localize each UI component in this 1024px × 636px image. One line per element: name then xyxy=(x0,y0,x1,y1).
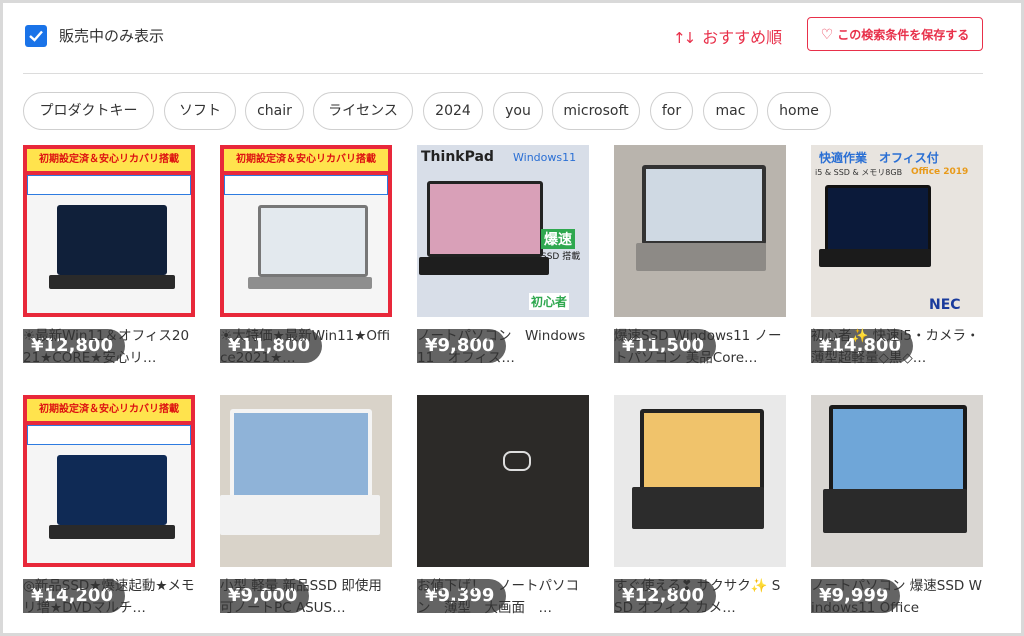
product-card[interactable]: 初期設定済＆安心リカバリ搭載 ¥14,200 ◎新品SSD★爆速起動★メモリ増★… xyxy=(23,395,195,625)
product-title[interactable]: ☀最新Win11＆オフィス2021★CORE★安心リ… xyxy=(23,325,195,369)
on-sale-checkbox[interactable] xyxy=(25,25,47,47)
product-image[interactable] xyxy=(417,395,589,567)
product-title[interactable]: すぐ使える❣ サクサク✨ SSD オフィス カメ… xyxy=(614,575,786,619)
product-image[interactable] xyxy=(811,395,983,567)
product-image[interactable]: 快適作業 オフィス付 Office 2019 i5 & SSD & メモリ8GB… xyxy=(811,145,983,317)
sort-arrows-icon: ↑↓ xyxy=(673,29,696,47)
product-card[interactable]: ThinkPad Windows11 爆速 SSD 搭載 初心者 ¥9,800 … xyxy=(417,145,589,375)
promo-banner: 初期設定済＆安心リカバリ搭載 xyxy=(27,149,191,171)
sort-label: おすすめ順 xyxy=(702,28,783,47)
product-title[interactable]: お値下げ！ ノートパソコン 薄型 大画面 … xyxy=(417,575,589,619)
sort-dropdown[interactable]: ↑↓ おすすめ順 xyxy=(673,24,782,48)
chip-mac[interactable]: mac xyxy=(703,92,758,130)
product-image[interactable]: 初期設定済＆安心リカバリ搭載 xyxy=(23,395,195,567)
product-image[interactable] xyxy=(614,145,786,317)
chip-license[interactable]: ライセンス xyxy=(313,92,413,130)
chip-chair[interactable]: chair xyxy=(245,92,304,130)
divider xyxy=(23,73,983,74)
top-bar: 販売中のみ表示 ↑↓ おすすめ順 ♡ この検索条件を保存する xyxy=(23,17,983,57)
chip-microsoft[interactable]: microsoft xyxy=(552,92,640,130)
product-title[interactable]: ◎新品SSD★爆速起動★メモリ増★DVDマルチ… xyxy=(23,575,195,619)
product-card[interactable]: 初期設定済＆安心リカバリ搭載 ¥12,800 ☀最新Win11＆オフィス2021… xyxy=(23,145,195,375)
product-card[interactable]: ¥11,500 爆速SSD Windows11 ノートパソコン 美品Core… xyxy=(614,145,786,375)
product-card[interactable]: 快適作業 オフィス付 Office 2019 i5 & SSD & メモリ8GB… xyxy=(811,145,983,375)
product-card[interactable]: ¥12,800 すぐ使える❣ サクサク✨ SSD オフィス カメ… xyxy=(614,395,786,625)
product-image[interactable]: ThinkPad Windows11 爆速 SSD 搭載 初心者 xyxy=(417,145,589,317)
chip-for[interactable]: for xyxy=(650,92,693,130)
product-card[interactable]: 初期設定済＆安心リカバリ搭載 ¥11,800 ☀大特価★最新Win11★Offi… xyxy=(220,145,392,375)
promo-banner: 初期設定済＆安心リカバリ搭載 xyxy=(224,149,388,171)
chip-2024[interactable]: 2024 xyxy=(423,92,483,130)
product-title[interactable]: ☀大特価★最新Win11★Office2021★… xyxy=(220,325,392,369)
product-image[interactable] xyxy=(220,395,392,567)
check-icon xyxy=(29,30,43,42)
product-card[interactable]: ¥9,999 ノートパソコン 爆速SSD Windows11 Office xyxy=(811,395,983,625)
product-title[interactable]: ノートパソコン Windows11 オフィス… xyxy=(417,325,589,369)
on-sale-label[interactable]: 販売中のみ表示 xyxy=(59,25,164,46)
chip-you[interactable]: you xyxy=(493,92,543,130)
product-image[interactable]: 初期設定済＆安心リカバリ搭載 xyxy=(23,145,195,317)
product-image[interactable] xyxy=(614,395,786,567)
product-card[interactable]: ¥9,399 お値下げ！ ノートパソコン 薄型 大画面 … xyxy=(417,395,589,625)
product-title[interactable]: 爆速SSD Windows11 ノートパソコン 美品Core… xyxy=(614,325,786,369)
product-title[interactable]: ノートパソコン 爆速SSD Windows11 Office xyxy=(811,575,983,619)
save-search-button[interactable]: ♡ この検索条件を保存する xyxy=(807,17,983,51)
save-search-label: この検索条件を保存する xyxy=(837,28,970,42)
product-card[interactable]: ¥9,000 小型 軽量 新品SSD 即使用可ノートPC ASUS… xyxy=(220,395,392,625)
product-title[interactable]: 小型 軽量 新品SSD 即使用可ノートPC ASUS… xyxy=(220,575,392,619)
chip-product-key[interactable]: プロダクトキー xyxy=(23,92,154,130)
product-image[interactable]: 初期設定済＆安心リカバリ搭載 xyxy=(220,145,392,317)
product-title[interactable]: 初心者✨ 快速i5・カメラ・薄型超軽量◇黒◇… xyxy=(811,325,983,369)
chip-home[interactable]: home xyxy=(767,92,831,130)
heart-icon: ♡ xyxy=(820,27,834,43)
chip-software[interactable]: ソフト xyxy=(164,92,236,130)
fujitsu-logo-icon xyxy=(503,451,531,471)
promo-banner: 初期設定済＆安心リカバリ搭載 xyxy=(27,399,191,421)
